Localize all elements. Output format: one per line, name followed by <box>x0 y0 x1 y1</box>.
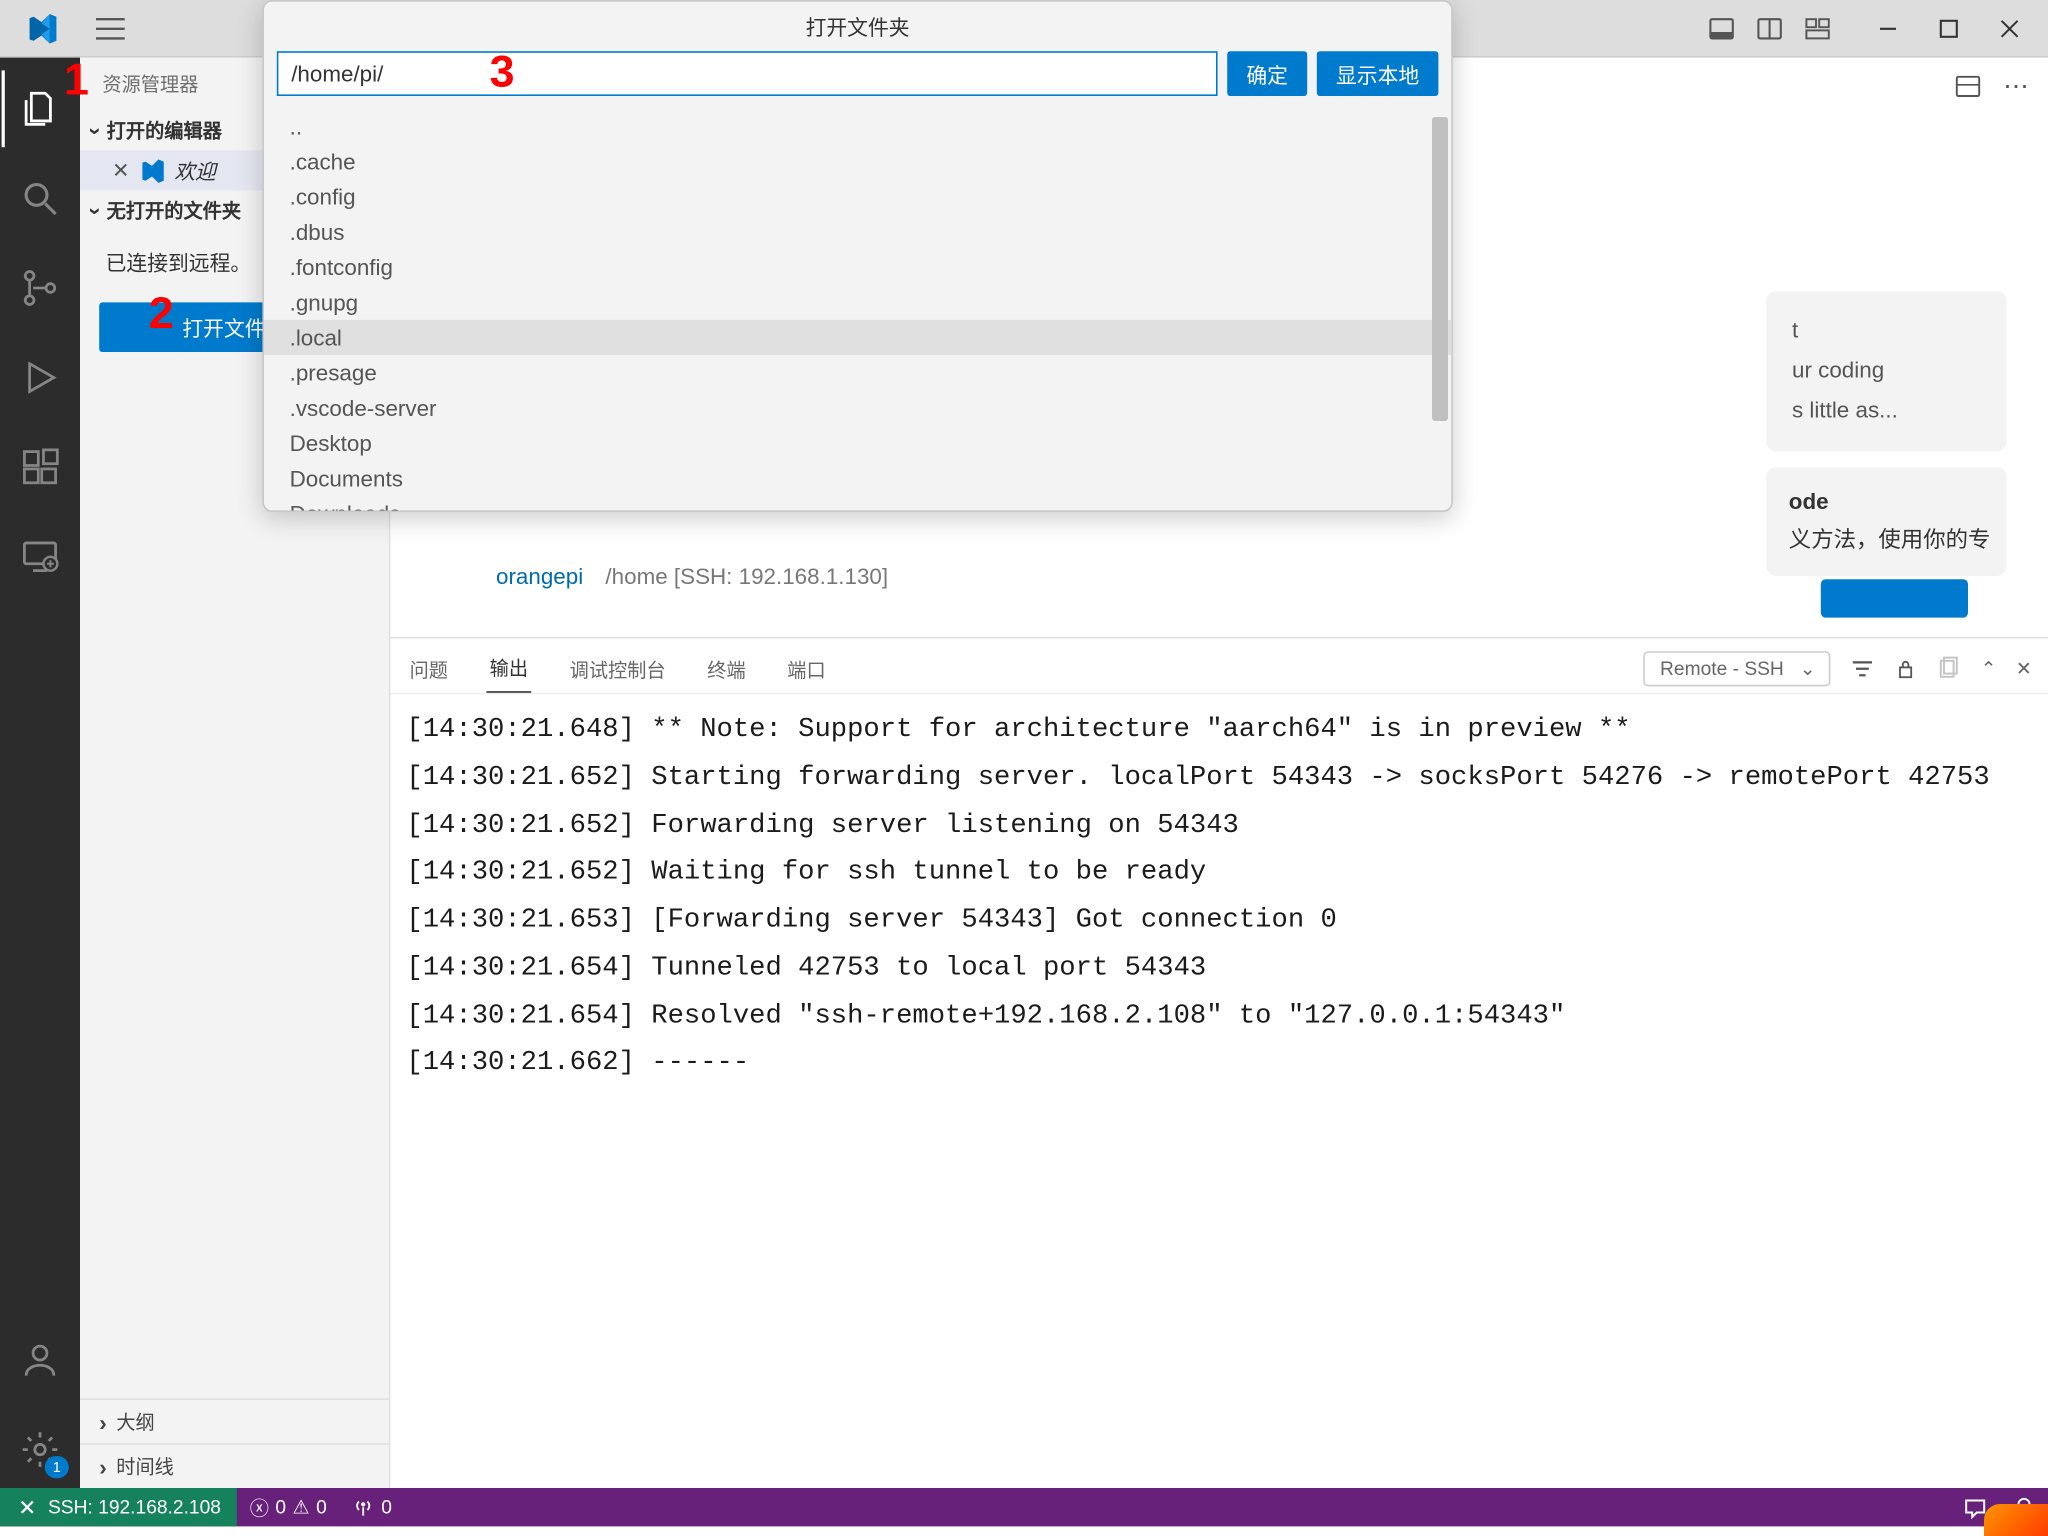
problems-status[interactable]: ⓧ0 ⚠0 <box>237 1494 340 1521</box>
remote-explorer-icon[interactable] <box>2 518 79 595</box>
outline-section[interactable]: 大纲 <box>80 1400 389 1443</box>
lock-scroll-icon[interactable] <box>1894 658 1916 680</box>
tab-debug-console[interactable]: 调试控制台 <box>566 646 668 692</box>
close-editor-icon[interactable]: ✕ <box>112 158 129 184</box>
folder-option[interactable]: .gnupg <box>264 285 1451 320</box>
folder-option[interactable]: Downloads <box>264 496 1451 510</box>
remote-status[interactable]: SSH: 192.168.2.108 <box>0 1488 237 1526</box>
recent-item[interactable]: orangepi /home [SSH: 192.168.1.130] <box>496 563 888 589</box>
tab-terminal[interactable]: 终端 <box>704 646 749 692</box>
activity-bar: 1 <box>0 58 80 1488</box>
minimize-icon[interactable] <box>1878 18 1897 37</box>
explorer-icon[interactable] <box>2 70 79 147</box>
folder-option[interactable]: Documents <box>264 461 1451 496</box>
settings-gear-icon[interactable]: 1 <box>2 1411 79 1488</box>
update-badge: 1 <box>45 1456 69 1478</box>
timeline-section[interactable]: 时间线 <box>80 1443 389 1488</box>
folder-option[interactable]: .vscode-server <box>264 390 1451 425</box>
maximize-panel-icon[interactable]: ⌃ <box>1981 658 1997 680</box>
search-icon[interactable] <box>2 160 79 237</box>
more-actions-icon[interactable]: ⋯ <box>2003 70 2029 102</box>
folder-list[interactable]: ...cache.config.dbus.fontconfig.gnupg.lo… <box>264 106 1451 511</box>
close-icon[interactable] <box>2000 18 2019 37</box>
vscode-logo-icon <box>26 12 58 44</box>
status-bar: SSH: 192.168.2.108 ⓧ0 ⚠0 0 <box>0 1488 2048 1526</box>
sidebar-title: 资源管理器 <box>102 70 198 97</box>
split-editor-icon[interactable] <box>1757 15 1783 41</box>
tab-problems[interactable]: 问题 <box>406 646 451 692</box>
ports-status[interactable]: 0 <box>340 1496 405 1518</box>
extensions-icon[interactable] <box>2 429 79 506</box>
hamburger-menu-icon[interactable] <box>96 17 125 39</box>
editor-filename: 欢迎 <box>174 155 216 185</box>
tab-ports[interactable]: 端口 <box>784 646 829 692</box>
scrollbar[interactable] <box>1432 117 1448 421</box>
source-control-icon[interactable] <box>2 250 79 327</box>
vscode-file-icon <box>139 158 165 184</box>
firefox-tab-fragment <box>1984 1504 2048 1536</box>
layout-controls <box>1709 15 1831 41</box>
folder-option[interactable]: .local <box>264 320 1451 355</box>
filter-icon[interactable] <box>1849 656 1875 682</box>
show-local-button[interactable]: 显示本地 <box>1317 51 1439 96</box>
toggle-panel-icon[interactable] <box>1709 15 1735 41</box>
walkthrough-card-remnant[interactable]: ode 义方法，使用你的专 <box>1766 467 2006 575</box>
folder-option[interactable]: Desktop <box>264 426 1451 461</box>
folder-option[interactable]: .presage <box>264 355 1451 390</box>
walkthrough-button-remnant[interactable] <box>1821 579 1968 617</box>
maximize-icon[interactable] <box>1939 18 1958 37</box>
output-content[interactable]: [14:30:21.648] ** Note: Support for arch… <box>390 694 2048 1488</box>
folder-option[interactable]: .config <box>264 179 1451 214</box>
antenna-icon <box>352 1496 374 1518</box>
ok-button[interactable]: 确定 <box>1227 51 1307 96</box>
welcome-card-remnant: t ur coding s little as... <box>1766 291 2006 450</box>
folder-path-input[interactable] <box>277 51 1218 96</box>
layout-customize-icon[interactable] <box>1805 15 1831 41</box>
open-folder-dialog: 打开文件夹 确定 显示本地 ...cache.config.dbus.fontc… <box>262 0 1452 512</box>
editor-layout-icon[interactable] <box>1955 74 1981 100</box>
folder-option[interactable]: .. <box>264 109 1451 144</box>
error-icon: ⓧ <box>250 1494 269 1521</box>
run-debug-icon[interactable] <box>2 339 79 416</box>
close-panel-icon[interactable]: ✕ <box>2016 658 2032 680</box>
output-channel-select[interactable]: Remote - SSH⌄ <box>1642 651 1830 686</box>
tab-output[interactable]: 输出 <box>486 645 531 693</box>
bottom-panel: 问题 输出 调试控制台 终端 端口 Remote - SSH⌄ ⌃ ✕ [14:… <box>390 637 2048 1488</box>
clear-output-icon[interactable] <box>1936 656 1962 682</box>
folder-option[interactable]: .dbus <box>264 214 1451 249</box>
account-icon[interactable] <box>2 1322 79 1399</box>
folder-option[interactable]: .fontconfig <box>264 250 1451 285</box>
remote-icon <box>16 1496 38 1518</box>
warning-icon: ⚠ <box>292 1496 309 1518</box>
folder-option[interactable]: .cache <box>264 144 1451 179</box>
dialog-title: 打开文件夹 <box>264 2 1451 52</box>
